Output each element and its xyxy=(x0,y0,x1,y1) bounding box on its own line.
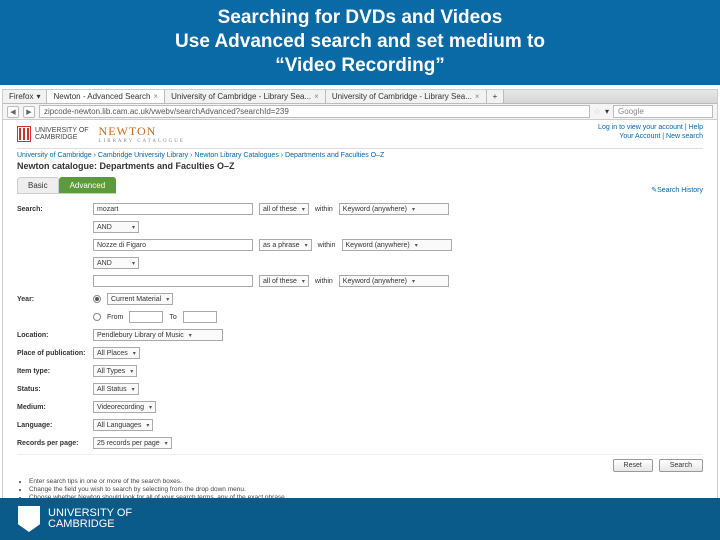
records-select[interactable]: 25 records per page xyxy=(93,437,172,449)
status-select[interactable]: All Status xyxy=(93,383,139,395)
firefox-menu[interactable]: Firefox▾ xyxy=(3,90,47,103)
page-content: UNIVERSITY OFCAMBRIDGE NEWTON LIBRARY CA… xyxy=(3,120,717,520)
shield-icon xyxy=(17,126,31,142)
url-bar: ◀ ▶ zipcode-newton.lib.cam.ac.uk/vwebv/s… xyxy=(3,104,717,120)
label-year: Year: xyxy=(17,296,87,303)
search-term-2[interactable]: Nozze di Figaro xyxy=(93,239,253,251)
bool-op-1[interactable]: AND xyxy=(93,221,139,233)
logo-group: UNIVERSITY OFCAMBRIDGE NEWTON LIBRARY CA… xyxy=(17,124,185,144)
forward-button[interactable]: ▶ xyxy=(23,106,35,118)
help-link[interactable]: Help xyxy=(689,124,703,131)
search-term-3[interactable] xyxy=(93,275,253,287)
slide-title-l3: “Video Recording” xyxy=(20,54,700,78)
itemtype-select[interactable]: All Types xyxy=(93,365,137,377)
location-select[interactable]: Pendlebury Library of Music xyxy=(93,329,223,341)
label-medium: Medium: xyxy=(17,404,87,411)
label-records: Records per page: xyxy=(17,440,87,447)
login-link[interactable]: Log in to view your account xyxy=(598,124,683,131)
dropdown-icon[interactable]: ▾ xyxy=(605,107,609,116)
radio-current-material[interactable] xyxy=(93,295,101,303)
year-to-input[interactable] xyxy=(183,311,217,323)
bool-op-2[interactable]: AND xyxy=(93,257,139,269)
reset-button[interactable]: Reset xyxy=(613,459,653,472)
close-icon[interactable]: × xyxy=(314,92,319,101)
label-itemtype: Item type: xyxy=(17,368,87,375)
slide-title-l2: Use Advanced search and set medium to xyxy=(20,30,700,54)
browser-tab[interactable]: University of Cambridge - Library Sea...… xyxy=(326,90,487,103)
search-tabbar: Basic Advanced xyxy=(17,177,116,194)
new-search-link[interactable]: New search xyxy=(666,133,703,140)
newton-logo: NEWTON LIBRARY CATALOGUE xyxy=(99,124,185,144)
browser-window: Firefox▾ Newton - Advanced Search× Unive… xyxy=(2,89,718,521)
search-history-link[interactable]: ✎Search History xyxy=(651,186,703,194)
tab-advanced[interactable]: Advanced xyxy=(59,177,117,193)
top-links: Log in to view your account | Help Your … xyxy=(598,124,703,142)
slide-footer: UNIVERSITY OF CAMBRIDGE xyxy=(0,498,720,540)
new-tab-button[interactable]: + xyxy=(487,90,505,103)
page-title: Newton catalogue: Departments and Facult… xyxy=(17,161,703,171)
medium-select[interactable]: Videorecording xyxy=(93,401,156,413)
page-header: UNIVERSITY OFCAMBRIDGE NEWTON LIBRARY CA… xyxy=(17,124,703,144)
year-from-input[interactable] xyxy=(129,311,163,323)
slide-title: Searching for DVDs and Videos Use Advanc… xyxy=(0,0,720,85)
place-select[interactable]: All Places xyxy=(93,347,140,359)
breadcrumb[interactable]: University of Cambridge › Cambridge Univ… xyxy=(17,148,703,159)
tab-basic[interactable]: Basic xyxy=(17,177,59,193)
chevron-down-icon: ▾ xyxy=(36,92,40,101)
shield-icon xyxy=(18,506,40,532)
current-material-select[interactable]: Current Material xyxy=(107,293,173,305)
advanced-search-form: Search: mozart all of these within Keywo… xyxy=(17,202,703,509)
field-select-2[interactable]: Keyword (anywhere) xyxy=(342,239,452,251)
radio-year-range[interactable] xyxy=(93,313,101,321)
slide-title-l1: Searching for DVDs and Videos xyxy=(20,6,700,30)
field-select-3[interactable]: Keyword (anywhere) xyxy=(339,275,449,287)
close-icon[interactable]: × xyxy=(475,92,480,101)
tip-item: Change the field you wish to search by s… xyxy=(29,486,703,493)
footer-l2: CAMBRIDGE xyxy=(48,519,132,530)
back-button[interactable]: ◀ xyxy=(7,106,19,118)
close-icon[interactable]: × xyxy=(153,92,158,101)
field-select-1[interactable]: Keyword (anywhere) xyxy=(339,203,449,215)
url-input[interactable]: zipcode-newton.lib.cam.ac.uk/vwebv/searc… xyxy=(39,105,590,118)
label-language: Language: xyxy=(17,422,87,429)
browser-tabs: Firefox▾ Newton - Advanced Search× Unive… xyxy=(3,90,717,104)
match-select-1[interactable]: all of these xyxy=(259,203,309,215)
browser-tab-active[interactable]: Newton - Advanced Search× xyxy=(47,90,165,103)
browser-tab[interactable]: University of Cambridge - Library Sea...… xyxy=(165,90,326,103)
match-select-3[interactable]: all of these xyxy=(259,275,309,287)
label-location: Location: xyxy=(17,332,87,339)
tip-item: Enter search tips in one or more of the … xyxy=(29,478,703,485)
search-button[interactable]: Search xyxy=(659,459,703,472)
label-search: Search: xyxy=(17,206,87,213)
language-select[interactable]: All Languages xyxy=(93,419,153,431)
label-status: Status: xyxy=(17,386,87,393)
university-logo: UNIVERSITY OFCAMBRIDGE xyxy=(17,126,89,142)
account-link[interactable]: Your Account xyxy=(619,133,660,140)
label-place: Place of publication: xyxy=(17,350,87,357)
bookmark-icon[interactable]: ☆ xyxy=(594,107,601,116)
search-term-1[interactable]: mozart xyxy=(93,203,253,215)
match-select-2[interactable]: as a phrase xyxy=(259,239,312,251)
browser-search-input[interactable]: Google xyxy=(613,105,713,118)
